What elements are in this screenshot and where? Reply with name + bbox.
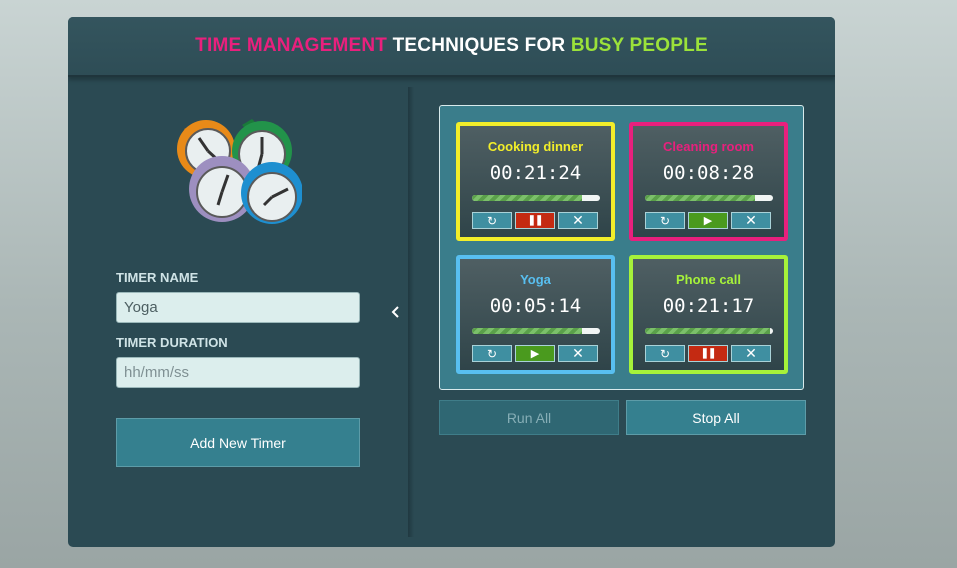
play-icon[interactable]: ▶ xyxy=(515,345,555,362)
timer-card-time: 00:21:17 xyxy=(662,295,755,317)
timer-card-time: 00:21:24 xyxy=(489,162,582,184)
pause-icon[interactable]: ❚❚ xyxy=(688,345,728,362)
title-part-techniques-for: TECHNIQUES FOR xyxy=(387,35,571,56)
stop-all-button[interactable]: Stop All xyxy=(626,400,806,435)
timer-card-time: 00:05:14 xyxy=(489,295,582,317)
panel-divider xyxy=(408,87,414,537)
pause-icon[interactable]: ❚❚ xyxy=(515,212,555,229)
timer-progress-bar xyxy=(472,195,600,201)
refresh-icon[interactable]: ↻ xyxy=(645,345,685,362)
timer-name-label: TIMER NAME xyxy=(116,270,199,285)
timers-board: Cooking dinner 00:21:24 ↻ ❚❚ ✕ Cleaning … xyxy=(439,105,804,390)
timer-card: Cooking dinner 00:21:24 ↻ ❚❚ ✕ xyxy=(456,122,615,241)
timer-progress-bar xyxy=(472,328,600,334)
timer-card: Yoga 00:05:14 ↻ ▶ ✕ xyxy=(456,255,615,374)
timer-name-input[interactable] xyxy=(116,292,360,323)
timer-card-name: Cooking dinner xyxy=(487,139,584,154)
timer-progress-fill xyxy=(645,328,771,334)
timer-card: Cleaning room 00:08:28 ↻ ▶ ✕ xyxy=(629,122,788,241)
close-icon[interactable]: ✕ xyxy=(558,345,598,362)
close-icon[interactable]: ✕ xyxy=(731,345,771,362)
timer-card-time: 00:08:28 xyxy=(662,162,755,184)
timer-form-panel: TIMER NAME TIMER DURATION Add New Timer xyxy=(68,77,408,547)
timer-progress-fill xyxy=(472,195,583,201)
chevron-left-icon[interactable] xyxy=(388,304,404,320)
timer-card-name: Phone call xyxy=(675,272,742,287)
title-part-busy-people: BUSY PEOPLE xyxy=(570,35,708,56)
timer-progress-bar xyxy=(645,195,773,201)
close-icon[interactable]: ✕ xyxy=(558,212,598,229)
timer-card-name: Cleaning room xyxy=(662,139,754,154)
add-new-timer-button[interactable]: Add New Timer xyxy=(116,418,360,467)
timer-progress-bar xyxy=(645,328,773,334)
timer-duration-input[interactable] xyxy=(116,357,360,388)
app-header: TIME MANAGEMENT TECHNIQUES FOR BUSY PEOP… xyxy=(68,17,835,77)
alarm-clocks-icon xyxy=(177,119,302,224)
refresh-icon[interactable]: ↻ xyxy=(645,212,685,229)
timer-progress-fill xyxy=(645,195,756,201)
refresh-icon[interactable]: ↻ xyxy=(472,212,512,229)
timer-card: Phone call 00:21:17 ↻ ❚❚ ✕ xyxy=(629,255,788,374)
play-icon[interactable]: ▶ xyxy=(688,212,728,229)
title-part-time-management: TIME MANAGEMENT xyxy=(195,35,388,56)
timer-card-name: Yoga xyxy=(520,272,551,287)
close-icon[interactable]: ✕ xyxy=(731,212,771,229)
refresh-icon[interactable]: ↻ xyxy=(472,345,512,362)
run-all-button[interactable]: Run All xyxy=(439,400,619,435)
timer-duration-label: TIMER DURATION xyxy=(116,335,228,350)
timer-progress-fill xyxy=(472,328,583,334)
timer-app: TIME MANAGEMENT TECHNIQUES FOR BUSY PEOP… xyxy=(68,17,835,547)
